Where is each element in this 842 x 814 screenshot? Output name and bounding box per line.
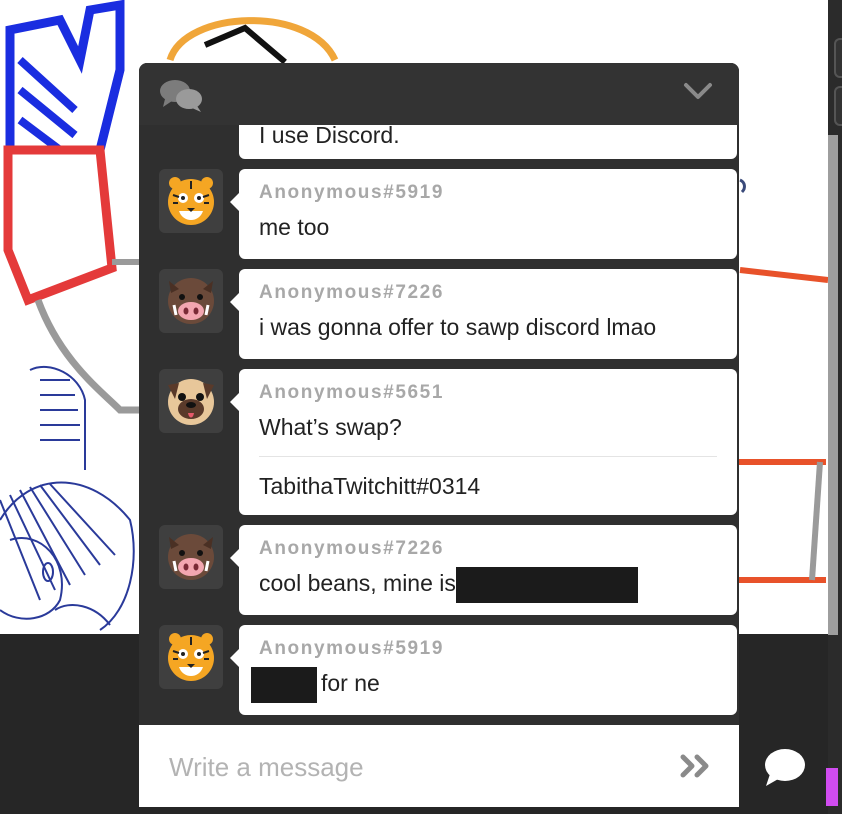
toolbar-button-second[interactable] <box>834 86 842 126</box>
speech-bubble-icon[interactable] <box>762 744 808 790</box>
message-bubble: Anonymous#7226 cool beans, mine is <box>230 525 737 615</box>
message-list[interactable]: I use Discord. Anonymous#5919 me too Ano… <box>139 125 739 725</box>
message-text: me too <box>259 214 330 240</box>
message-divider <box>259 456 717 457</box>
avatar[interactable] <box>159 269 223 333</box>
avatar[interactable] <box>159 369 223 433</box>
message-input[interactable] <box>167 749 651 785</box>
boar-avatar-icon <box>168 278 214 324</box>
boar-avatar-icon <box>168 534 214 580</box>
chat-panel: I use Discord. Anonymous#5919 me too Ano… <box>139 63 739 807</box>
message-bubble: Anonymous#5919 me too <box>230 169 737 259</box>
message-author[interactable]: Anonymous#5919 <box>251 637 717 661</box>
avatar[interactable] <box>159 525 223 589</box>
chat-bubbles-icon <box>160 80 202 112</box>
avatar[interactable] <box>159 169 223 233</box>
message-text: i was gonna offer to sawp discord lmao <box>259 314 657 340</box>
chat-header[interactable] <box>139 63 739 125</box>
message-text-line: for ne <box>251 667 717 703</box>
message-text-line: cool beans, mine is <box>259 567 717 603</box>
message-text: TabithaTwitchitt#0314 <box>259 473 481 499</box>
toolbar-button-top[interactable] <box>834 38 842 78</box>
avatar[interactable] <box>159 625 223 689</box>
message-author[interactable]: Anonymous#7226 <box>259 537 717 561</box>
tiger-avatar-icon <box>168 177 214 225</box>
color-swatch-purple[interactable] <box>826 768 838 806</box>
message-author[interactable]: Anonymous#5919 <box>259 181 717 205</box>
redaction-box <box>251 667 317 703</box>
message-bubble: Anonymous#7226 i was gonna offer to sawp… <box>230 269 737 359</box>
dog-avatar-icon <box>168 379 214 425</box>
message-text: I use Discord. <box>259 125 400 148</box>
message-bubble: I use Discord. <box>239 125 737 159</box>
chevron-down-icon[interactable] <box>681 79 715 103</box>
message-bubble: Anonymous#5651 What’s swap? TabithaTwitc… <box>230 369 737 515</box>
double-chevron-right-icon[interactable] <box>679 751 715 781</box>
message-text: What’s swap? <box>259 414 402 440</box>
message-composer <box>139 725 739 807</box>
message-text: for ne <box>321 670 380 697</box>
redaction-box <box>455 567 638 603</box>
tiger-avatar-icon <box>168 633 214 681</box>
message-bubble: Anonymous#5919 for ne <box>230 625 737 715</box>
message-author[interactable]: Anonymous#5651 <box>259 381 717 405</box>
message-text: cool beans, mine is <box>259 570 456 597</box>
right-scrollbar[interactable] <box>828 135 838 635</box>
message-author[interactable]: Anonymous#7226 <box>259 281 717 305</box>
